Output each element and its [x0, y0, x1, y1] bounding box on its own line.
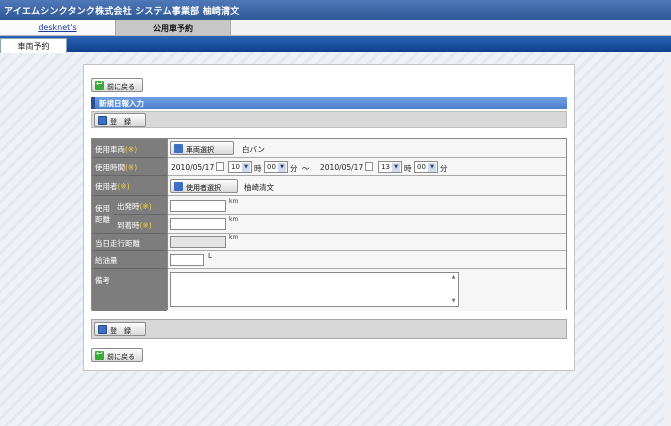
km-unit: km: [229, 198, 239, 205]
end-hour-select[interactable]: 13: [378, 161, 402, 173]
tab-car-booking[interactable]: 公用車予約: [115, 20, 231, 35]
remarks-label: 備考: [92, 269, 167, 311]
app-tab-bar: desknet's 公用車予約: [0, 20, 671, 36]
window-title: アイエムシンクタンク株式会社 システム事業部 柚崎清文: [0, 0, 671, 20]
km-unit: km: [229, 234, 239, 241]
tab-vehicle-booking[interactable]: 車両予約: [0, 38, 67, 53]
back-button-label: 前に戻る: [107, 353, 135, 361]
tab-desknets[interactable]: desknet's: [0, 20, 115, 35]
time-label: 使用時間(※): [92, 158, 167, 176]
minute-unit: 分: [290, 164, 298, 173]
report-form: 使用車両(※) 車両選択 白バン 使用時間(※) 2010/05/17 10 時…: [91, 138, 567, 311]
arrive-cell: km: [168, 215, 566, 234]
km-unit: km: [229, 216, 239, 223]
section-title: 新規日報入力: [91, 97, 567, 109]
start-minute-select[interactable]: 00: [264, 161, 288, 173]
vehicle-value: 白バン: [242, 145, 265, 154]
start-hour-select[interactable]: 10: [228, 161, 252, 173]
today-distance-label: 当日走行距離: [92, 234, 167, 251]
hour-unit: 時: [254, 164, 262, 173]
back-arrow-icon: [95, 349, 104, 360]
today-distance-cell: km: [168, 234, 566, 251]
start-date[interactable]: 2010/05/17: [171, 163, 214, 172]
row-fuel: 給油量 L: [92, 251, 566, 269]
user-cell: 使用者選択 柚崎清文: [168, 176, 566, 196]
back-button-top[interactable]: 前に戻る: [91, 78, 143, 92]
back-button-bottom[interactable]: 前に戻る: [91, 348, 143, 362]
fuel-input[interactable]: [170, 254, 204, 266]
row-today-distance: 当日走行距離 km: [92, 234, 566, 251]
back-button-label: 前に戻る: [107, 83, 135, 91]
register-bar-bottom: 登 録: [91, 319, 567, 339]
register-button-top[interactable]: 登 録: [94, 113, 146, 127]
car-icon: [174, 144, 183, 153]
page-scrollbar[interactable]: [664, 52, 671, 426]
vehicle-select-button[interactable]: 車両選択: [170, 141, 234, 155]
register-button-bottom[interactable]: 登 録: [94, 322, 146, 336]
register-button-label: 登 録: [110, 327, 131, 335]
user-value: 柚崎清文: [244, 183, 274, 192]
back-arrow-icon: [95, 79, 104, 90]
liter-unit: L: [208, 252, 212, 260]
depart-cell: km: [168, 196, 566, 215]
arrive-label: 到着時(※): [114, 215, 167, 234]
fuel-label: 給油量: [92, 251, 167, 269]
sub-navigation-bar: [0, 36, 671, 52]
register-icon: [98, 116, 107, 125]
distance-label: 使用 距離: [92, 196, 114, 234]
fuel-cell: L: [168, 251, 566, 269]
time-cell: 2010/05/17 10 時 00 分 ～ 2010/05/17 13 時 0…: [168, 158, 566, 176]
calendar-icon[interactable]: [216, 162, 224, 171]
register-bar-top: 登 録: [91, 111, 567, 128]
row-distance: 使用 距離 出発時(※) 到着時(※) km km: [92, 196, 566, 234]
range-separator: ～: [302, 164, 310, 173]
user-icon: [174, 182, 183, 191]
scroll-up-icon[interactable]: ▲: [450, 274, 457, 281]
register-button-label: 登 録: [110, 118, 131, 126]
remarks-textarea[interactable]: ▲ ▼: [170, 272, 459, 307]
user-select-button[interactable]: 使用者選択: [170, 179, 238, 193]
row-user: 使用者(※) 使用者選択 柚崎清文: [92, 176, 566, 196]
depart-km-input[interactable]: [170, 200, 226, 212]
remarks-cell: ▲ ▼: [168, 269, 566, 311]
minute-unit: 分: [440, 164, 448, 173]
vehicle-cell: 車両選択 白バン: [168, 139, 566, 158]
end-minute-select[interactable]: 00: [414, 161, 438, 173]
vehicle-label: 使用車両(※): [92, 139, 167, 158]
today-distance-input: [170, 236, 226, 248]
calendar-icon[interactable]: [365, 162, 373, 171]
row-remarks: 備考 ▲ ▼: [92, 269, 566, 311]
user-label: 使用者(※): [92, 176, 167, 196]
row-time: 使用時間(※) 2010/05/17 10 時 00 分 ～ 2010/05/1…: [92, 158, 566, 176]
register-icon: [98, 325, 107, 334]
row-vehicle: 使用車両(※) 車両選択 白バン: [92, 139, 566, 158]
hour-unit: 時: [404, 164, 412, 173]
depart-label: 出発時(※): [114, 196, 167, 215]
end-date[interactable]: 2010/05/17: [320, 163, 363, 172]
scroll-down-icon[interactable]: ▼: [450, 298, 457, 305]
arrive-km-input[interactable]: [170, 218, 226, 230]
